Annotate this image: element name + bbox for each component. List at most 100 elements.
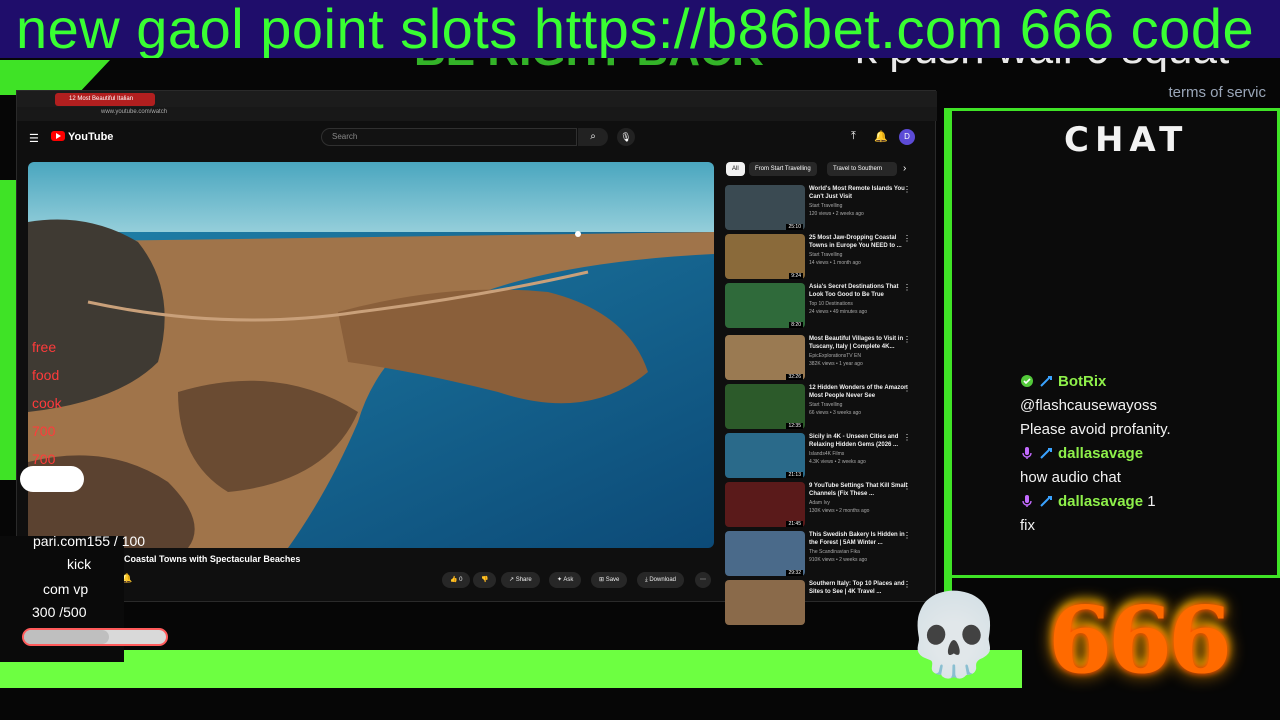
video-thumbnail[interactable]	[725, 580, 805, 625]
rec-meta: 130K views • 2 months ago	[809, 508, 870, 514]
dislike-button[interactable]: 👎	[473, 572, 497, 588]
chat-username[interactable]: dallasavage	[1058, 445, 1143, 462]
more-vert-icon[interactable]: ⋮	[903, 580, 911, 589]
more-icon[interactable]: ⋯	[695, 572, 711, 588]
recommendation-item[interactable]: This Swedish Bakery Is Hidden in the For…	[725, 531, 915, 577]
search-input[interactable]: Search	[321, 128, 577, 146]
rec-duration: 12:35	[786, 423, 803, 429]
more-vert-icon[interactable]: ⋮	[903, 384, 911, 393]
rec-channel: Start Travelling	[809, 203, 843, 209]
ask-label: Ask	[563, 577, 574, 583]
save-label: Save	[605, 577, 620, 583]
browser-window: 12 Most Beautiful Italian www.youtube.co…	[16, 90, 937, 625]
chat-text: 1	[1147, 493, 1156, 510]
green-accent-bar	[0, 180, 16, 480]
rec-meta: 382K views • 1 year ago	[809, 361, 863, 367]
rec-title: Asia's Secret Destinations That Look Too…	[809, 284, 899, 298]
more-vert-icon[interactable]: ⋮	[903, 335, 911, 344]
chat-username[interactable]: dallasavage	[1058, 493, 1143, 510]
goal-main-text: pari.com155 / 100	[33, 533, 146, 549]
rec-duration: 9:24	[789, 273, 803, 279]
tab-bar	[17, 91, 937, 107]
rec-meta: 24 views • 49 minutes ago	[809, 309, 868, 315]
rec-duration: 8:20	[789, 322, 803, 328]
recommendation-item[interactable]: World's Most Remote Islands You Can't Ju…	[725, 185, 915, 231]
ask-button[interactable]: ✦ Ask	[549, 572, 582, 588]
goal-sub-text: 300 /500	[32, 604, 87, 620]
mic-icon	[1022, 495, 1032, 507]
rec-channel: Adam Ivy	[809, 500, 830, 506]
voice-search-icon[interactable]: 🎙	[617, 128, 635, 146]
rec-channel: Start Travelling	[809, 252, 843, 258]
recommendation-item[interactable]: 9 YouTube Settings That Kill Small Chann…	[725, 482, 915, 528]
mic-icon	[1022, 447, 1032, 459]
share-button[interactable]: ↗ Share	[501, 572, 540, 588]
menu-icon[interactable]: ☰	[29, 132, 39, 145]
goal-progress-fill	[24, 630, 110, 644]
url-text: www.youtube.com/watch	[101, 109, 168, 115]
rec-duration: 32:26	[786, 374, 803, 380]
more-vert-icon[interactable]: ⋮	[903, 433, 911, 442]
recommendation-item[interactable]: Asia's Secret Destinations That Look Too…	[725, 283, 915, 329]
rec-channel: EpicExplorationsTV EN	[809, 353, 861, 359]
more-vert-icon[interactable]: ⋮	[903, 482, 911, 491]
skull-sticker: 💀	[904, 590, 1004, 679]
rec-duration: 21:13	[786, 472, 803, 478]
download-button[interactable]: ⤓ Download	[637, 572, 685, 588]
white-pill	[20, 466, 84, 492]
rec-title: 12 Hidden Wonders of the Amazon Most Peo…	[809, 385, 908, 399]
recommendation-item[interactable]: Sicily in 4K - Unseen Cities and Relaxin…	[725, 433, 915, 479]
search-icon[interactable]: ⌕	[578, 128, 608, 146]
rec-title: This Swedish Bakery Is Hidden in the For…	[809, 532, 905, 546]
chat-message: how audio chat	[1020, 469, 1121, 486]
rec-title: Sicily in 4K - Unseen Cities and Relaxin…	[809, 434, 899, 448]
rec-duration: 25:10	[786, 224, 803, 230]
upload-icon[interactable]: ⤒	[851, 130, 856, 143]
red-text-line: cook	[32, 395, 62, 411]
ticker-banner: new gaol point slots https://b86bet.com …	[0, 0, 1280, 58]
ticker-text: new gaol point slots https://b86bet.com …	[16, 0, 1255, 58]
rec-title: 9 YouTube Settings That Kill Small Chann…	[809, 483, 908, 497]
rec-title: Most Beautiful Villages to Visit in Tusc…	[809, 336, 904, 350]
chip-all[interactable]: All	[726, 162, 745, 176]
browser-tab[interactable]: 12 Most Beautiful Italian	[55, 93, 155, 106]
like-button[interactable]: 👍 0	[442, 572, 471, 588]
chip-from-start-travelling[interactable]: From Start Travelling	[749, 162, 817, 176]
video-frame	[28, 162, 714, 548]
chat-message: fix	[1020, 517, 1035, 534]
more-vert-icon[interactable]: ⋮	[903, 185, 911, 194]
rec-channel: Islands4K Films	[809, 451, 845, 457]
video-player[interactable]	[28, 162, 714, 548]
rec-meta: 4.3K views • 2 weeks ago	[809, 459, 866, 465]
video-title: an Coastal Towns with Spectacular Beache…	[111, 554, 301, 564]
recommendation-item[interactable]: 12 Hidden Wonders of the Amazon Most Peo…	[725, 384, 915, 430]
fire-666-sticker: 666	[1048, 586, 1232, 694]
download-label: Download	[649, 577, 677, 583]
goal-progress-bar	[22, 628, 168, 646]
chip-travel-southern[interactable]: Travel to Southern	[827, 162, 897, 176]
more-vert-icon[interactable]: ⋮	[903, 234, 911, 243]
youtube-logo[interactable]: YouTube	[51, 131, 113, 143]
red-text-line: food	[32, 367, 60, 383]
red-text-line: 700	[32, 423, 56, 439]
rec-title: World's Most Remote Islands You Can't Ju…	[809, 186, 905, 200]
recommendation-item[interactable]: 25 Most Jaw-Dropping Coastal Towns in Eu…	[725, 234, 915, 280]
save-button[interactable]: ⊞ Save	[591, 572, 628, 588]
recommendation-item[interactable]: Most Beautiful Villages to Visit in Tusc…	[725, 335, 915, 381]
chevron-right-icon[interactable]: ›	[903, 163, 906, 174]
more-vert-icon[interactable]: ⋮	[903, 283, 911, 292]
recommendation-item[interactable]: Southern Italy: Top 10 Places and Sites …	[725, 580, 915, 626]
rec-meta: 910K views • 2 weeks ago	[809, 557, 868, 563]
green-bottom-bar	[0, 650, 1022, 688]
more-vert-icon[interactable]: ⋮	[903, 531, 911, 540]
rec-meta: 14 views • 1 month ago	[809, 260, 861, 266]
terms-link[interactable]: terms of servic	[1168, 84, 1266, 101]
green-chat-border	[944, 108, 952, 598]
chat-message: dallasavage 1	[1020, 493, 1156, 510]
avatar[interactable]: D	[899, 129, 915, 145]
youtube-logo-text: YouTube	[68, 131, 114, 143]
verified-icon	[1021, 375, 1033, 387]
chat-username[interactable]: BotRix	[1058, 373, 1106, 390]
sword-icon	[1040, 376, 1052, 387]
bell-icon[interactable]: 🔔	[874, 130, 888, 143]
